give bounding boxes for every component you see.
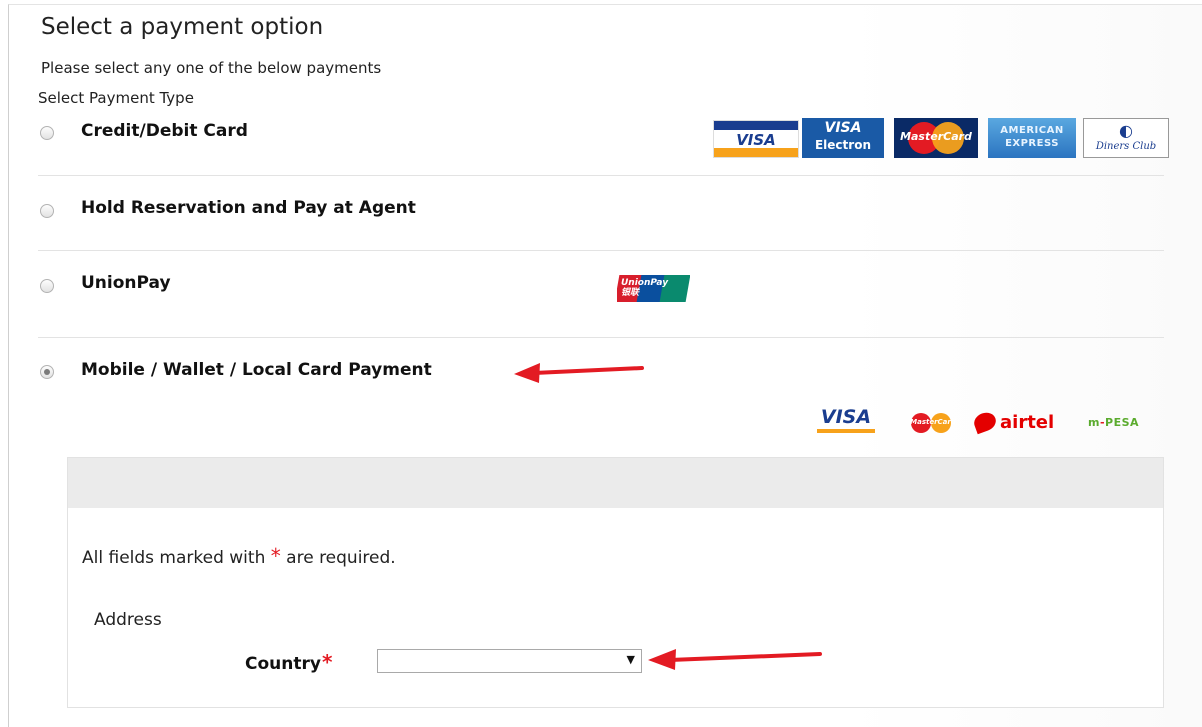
option-label-credit-debit-card[interactable]: Credit/Debit Card [81,121,248,141]
option-label-hold-reservation[interactable]: Hold Reservation and Pay at Agent [81,198,416,218]
option-divider [38,175,1164,176]
option-label-mobile-wallet[interactable]: Mobile / Wallet / Local Card Payment [81,360,432,380]
required-fields-note: All fields marked with * are required. [82,544,396,568]
country-select[interactable]: ▼ [377,649,642,673]
unionpay-logo: UnionPay 银联 [617,275,690,302]
visa-electron-logo: VISA Electron [802,118,884,158]
address-heading: Address [94,610,162,630]
mpesa-logo: m-PESA [1088,416,1140,429]
mastercard-logo: MasterCard [909,412,957,434]
page-subtitle: Please select any one of the below payme… [41,59,382,77]
option-label-unionpay[interactable]: UnionPay [81,273,171,293]
annotation-arrow [648,649,822,670]
chevron-down-icon[interactable]: ▼ [627,653,635,666]
visa-card-logo: VISA [713,120,799,158]
required-star: * [270,544,281,568]
panel-header [68,458,1163,508]
visa-logo: VISA [813,405,879,435]
mastercard-logo: MasterCard [894,118,978,158]
radio-unionpay[interactable] [40,279,54,293]
radio-hold-reservation[interactable] [40,204,54,218]
payment-form-panel: All fields marked with * are required. A… [67,457,1164,708]
diners-club-logo: ◐ Diners Club [1083,118,1169,158]
annotation-arrow [514,363,644,383]
airtel-logo: airtel [974,409,1080,437]
payment-type-label: Select Payment Type [38,89,194,107]
page-title: Select a payment option [41,14,324,40]
radio-mobile-wallet[interactable] [40,365,54,379]
country-label: Country* [245,650,333,674]
option-divider [38,337,1164,338]
radio-credit-debit-card[interactable] [40,126,54,140]
option-divider [38,250,1164,251]
american-express-logo: AMERICAN EXPRESS [988,118,1076,158]
